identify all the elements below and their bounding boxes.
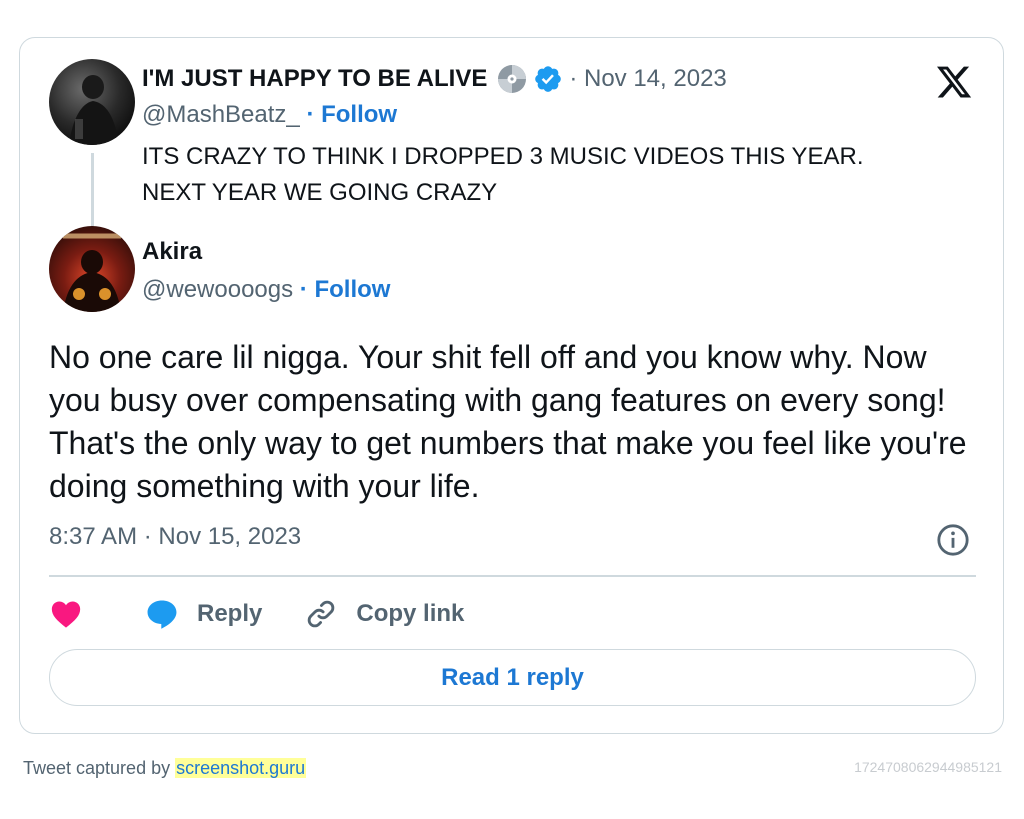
disc-icon bbox=[498, 65, 527, 93]
action-bar: Reply Copy link bbox=[49, 594, 464, 634]
quoted-date[interactable]: · Nov 14, 2023 bbox=[569, 65, 726, 93]
quoted-handle[interactable]: @MashBeatz_ bbox=[142, 101, 300, 128]
quoted-tweet-text: ITS CRAZY TO THINK I DROPPED 3 MUSIC VID… bbox=[142, 139, 982, 211]
divider bbox=[49, 575, 976, 577]
reply-handle[interactable]: @wewoooogs bbox=[142, 276, 293, 303]
quoted-text-line: NEXT YEAR WE GOING CRAZY bbox=[142, 179, 498, 206]
tweet-card: I'M JUST HAPPY TO BE ALIVE · Nov 14, 202… bbox=[19, 37, 1004, 734]
read-reply-button[interactable]: Read 1 reply bbox=[49, 649, 976, 706]
tweet-id: 1724708062944985121 bbox=[854, 759, 1002, 775]
reply-handle-row: @wewoooogs · Follow bbox=[142, 276, 390, 304]
quoted-name-row: I'M JUST HAPPY TO BE ALIVE · Nov 14, 202… bbox=[142, 64, 727, 94]
verified-badge-icon bbox=[535, 66, 562, 92]
quoted-handle-row: @MashBeatz_ · Follow bbox=[142, 101, 397, 129]
x-logo-icon[interactable] bbox=[934, 63, 974, 101]
reply-button[interactable]: Reply bbox=[145, 597, 262, 631]
reply-tweet-text: No one care lil nigga. Your shit fell of… bbox=[49, 339, 967, 504]
copy-link-button[interactable]: Copy link bbox=[304, 597, 464, 631]
reply-avatar[interactable] bbox=[49, 226, 135, 312]
like-button[interactable] bbox=[49, 597, 83, 631]
quoted-follow-link[interactable]: · Follow bbox=[306, 101, 397, 128]
footer-caption: Tweet captured by screenshot.guru bbox=[23, 758, 307, 779]
heart-icon bbox=[51, 601, 81, 628]
quoted-display-name[interactable]: I'M JUST HAPPY TO BE ALIVE bbox=[142, 65, 487, 93]
copy-link-label: Copy link bbox=[356, 600, 465, 627]
quoted-text-line: ITS CRAZY TO THINK I DROPPED 3 MUSIC VID… bbox=[142, 143, 864, 170]
tweet-timestamp[interactable]: 8:37 AM · Nov 15, 2023 bbox=[49, 523, 301, 551]
quoted-avatar[interactable] bbox=[49, 59, 135, 145]
reply-follow-link[interactable]: · Follow bbox=[300, 276, 391, 303]
speech-bubble-icon bbox=[147, 600, 177, 629]
reply-label: Reply bbox=[197, 600, 263, 627]
captured-by-text: Tweet captured by bbox=[23, 758, 171, 778]
link-icon bbox=[308, 600, 335, 628]
info-icon[interactable] bbox=[936, 523, 970, 557]
screenshot-guru-link[interactable]: screenshot.guru bbox=[175, 758, 307, 778]
reply-display-name[interactable]: Akira bbox=[142, 238, 202, 266]
